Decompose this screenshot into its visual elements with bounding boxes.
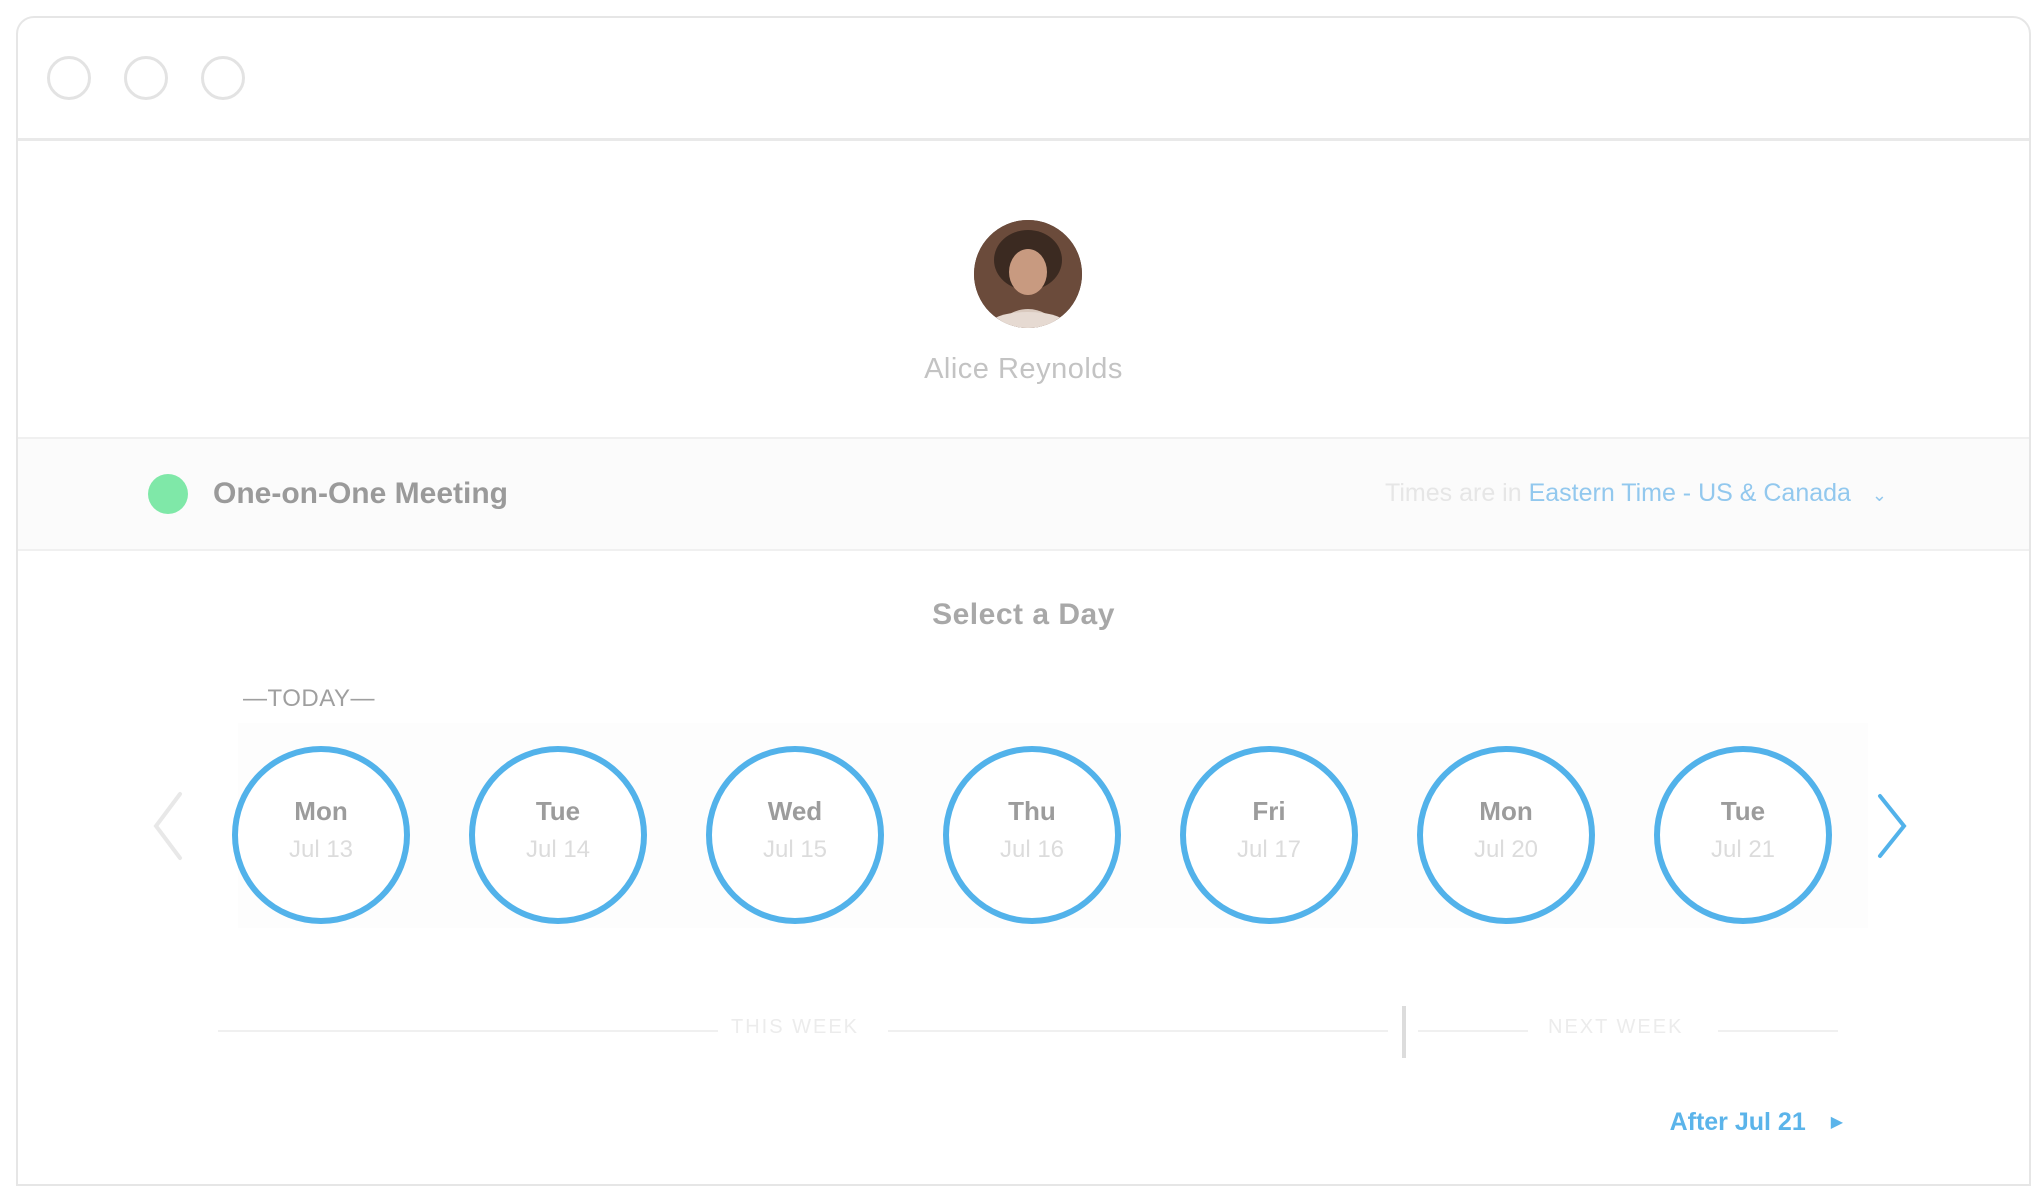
this-week-line-left bbox=[218, 1030, 718, 1032]
day-name: Tue bbox=[535, 796, 581, 826]
day-date: Jul 13 bbox=[288, 836, 354, 863]
after-date-link[interactable]: After Jul 21 ▶ bbox=[1670, 1108, 1843, 1137]
day-name: Tue bbox=[1720, 796, 1766, 826]
chevron-down-icon[interactable]: ⌄ bbox=[1872, 485, 1887, 506]
day-name: Mon bbox=[1479, 796, 1533, 826]
day-button-fri-jul-17[interactable]: Fri Jul 17 bbox=[1180, 746, 1358, 924]
event-name: One-on-One Meeting bbox=[213, 477, 508, 510]
next-week-line-right bbox=[1718, 1030, 1838, 1032]
next-week-line-left bbox=[1418, 1030, 1528, 1032]
day-button-thu-jul-16[interactable]: Thu Jul 16 bbox=[943, 746, 1121, 924]
day-date: Jul 15 bbox=[762, 836, 828, 863]
day-date: Jul 14 bbox=[525, 836, 591, 863]
select-day-title: Select a Day bbox=[932, 598, 1115, 631]
day-name: Wed bbox=[767, 796, 823, 826]
day-date: Jul 20 bbox=[1473, 836, 1539, 863]
window-minimize-button[interactable] bbox=[124, 56, 168, 100]
avatar-image bbox=[974, 220, 1082, 328]
caret-right-icon[interactable]: ▶ bbox=[1831, 1112, 1843, 1132]
timezone-prefix: Times are in bbox=[1385, 479, 1522, 507]
day-date: Jul 16 bbox=[999, 836, 1065, 863]
this-week-line-right bbox=[888, 1030, 1388, 1032]
day-name: Thu bbox=[1008, 796, 1056, 826]
event-status-dot bbox=[148, 474, 188, 514]
day-button-mon-jul-20[interactable]: Mon Jul 20 bbox=[1417, 746, 1595, 924]
window-maximize-button[interactable] bbox=[201, 56, 245, 100]
avatar bbox=[974, 220, 1082, 328]
day-button-tue-jul-21[interactable]: Tue Jul 21 bbox=[1654, 746, 1832, 924]
day-button-tue-jul-14[interactable]: Tue Jul 14 bbox=[469, 746, 647, 924]
day-button-mon-jul-13[interactable]: Mon Jul 13 bbox=[232, 746, 410, 924]
window-close-button[interactable] bbox=[47, 56, 91, 100]
timezone-value[interactable]: Eastern Time - US & Canada bbox=[1529, 479, 1851, 507]
after-date-label[interactable]: After Jul 21 bbox=[1670, 1108, 1806, 1136]
today-label: —TODAY— bbox=[243, 685, 375, 712]
day-button-wed-jul-15[interactable]: Wed Jul 15 bbox=[706, 746, 884, 924]
week-divider bbox=[1402, 1006, 1406, 1058]
profile-name: Alice Reynolds bbox=[924, 353, 1123, 385]
day-date: Jul 17 bbox=[1236, 836, 1302, 863]
next-week-label: NEXT WEEK bbox=[1548, 1016, 1684, 1038]
day-name: Fri bbox=[1252, 796, 1286, 826]
chevron-left-icon[interactable] bbox=[148, 786, 188, 866]
browser-window: Alice Reynolds One-on-One Meeting Times … bbox=[16, 16, 2031, 1186]
day-name: Mon bbox=[294, 796, 348, 826]
day-date: Jul 21 bbox=[1710, 836, 1776, 863]
event-type-bar: One-on-One Meeting Times are in Eastern … bbox=[18, 437, 2029, 551]
this-week-label: THIS WEEK bbox=[731, 1016, 860, 1038]
chevron-right-icon[interactable] bbox=[1872, 786, 1912, 866]
profile-header: Alice Reynolds bbox=[18, 141, 2029, 449]
window-titlebar bbox=[18, 18, 2029, 141]
timezone-selector[interactable]: Times are in Eastern Time - US & Canada … bbox=[1385, 479, 1887, 508]
